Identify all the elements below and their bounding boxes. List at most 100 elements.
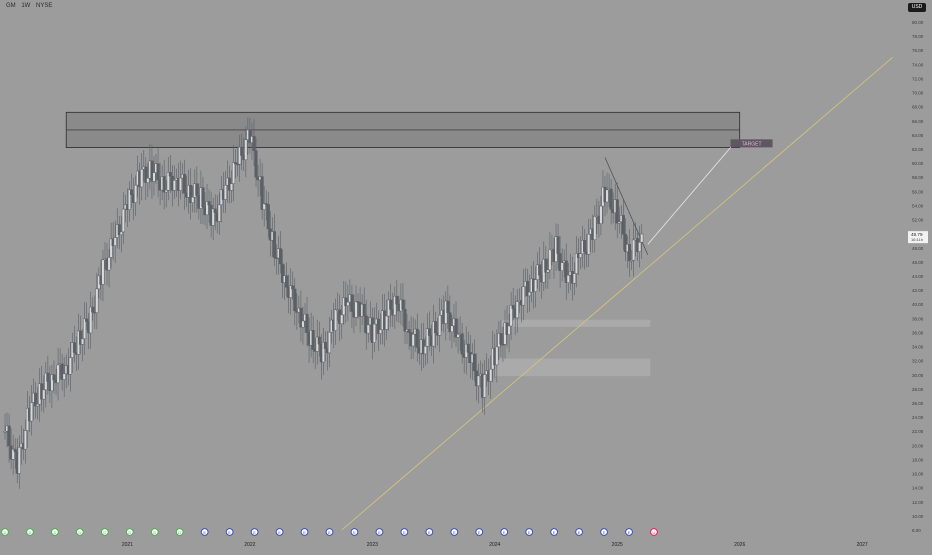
- candle-body: [91, 306, 95, 313]
- candle-body: [68, 357, 72, 375]
- candle-body: [254, 150, 258, 178]
- target-arrow[interactable]: [647, 146, 732, 245]
- candle-body: [29, 402, 34, 422]
- candle-body: [107, 257, 111, 271]
- candle-body: [615, 199, 619, 224]
- candle-body: [366, 324, 370, 334]
- candle-body: [36, 403, 40, 407]
- candle-body: [207, 201, 211, 206]
- candle-body: [229, 183, 234, 191]
- price-axis-label: 12.00: [912, 500, 924, 505]
- price-axis-label: 68.00: [912, 105, 924, 110]
- symbol-interval[interactable]: 1W: [21, 3, 30, 9]
- time-axis-label: 2027: [857, 542, 868, 548]
- candle-body: [172, 179, 176, 191]
- candle-body: [346, 301, 350, 307]
- candle-body: [301, 320, 305, 328]
- candle-body: [489, 368, 493, 382]
- event-marker-label: D: [153, 530, 156, 535]
- price-axis-label: 54.00: [912, 203, 924, 208]
- candle-body: [252, 136, 256, 151]
- candle-body: [415, 328, 419, 348]
- price-axis-label: 42.00: [912, 288, 924, 293]
- candle-body: [240, 146, 244, 156]
- candle-body: [546, 269, 550, 273]
- event-marker-label: E: [253, 530, 256, 535]
- candle-body: [521, 286, 525, 306]
- event-marker-label: D: [78, 530, 81, 535]
- candle-body: [354, 301, 358, 318]
- candle-body: [499, 333, 503, 345]
- candle-body: [72, 342, 76, 353]
- price-axis-label: 62.00: [912, 147, 924, 152]
- event-marker-label: D: [4, 530, 7, 535]
- price-axis-label: 14.00: [912, 486, 924, 491]
- candle-body: [407, 329, 411, 333]
- candle-body: [515, 301, 519, 319]
- candle-body: [401, 299, 405, 310]
- candle-body: [317, 336, 321, 345]
- candle-body: [52, 374, 56, 381]
- candle-body: [460, 333, 464, 355]
- price-axis-label: 32.00: [912, 359, 924, 364]
- event-marker-label: E: [578, 530, 581, 535]
- symbol-ticker[interactable]: GM: [6, 3, 16, 9]
- event-marker-label: E: [203, 530, 206, 535]
- event-marker-label: E: [353, 530, 356, 535]
- currency-button[interactable]: USD: [908, 3, 926, 12]
- event-marker-label: E: [553, 530, 556, 535]
- candle-body: [213, 208, 217, 213]
- candle-body: [495, 346, 499, 366]
- price-axis-label: 64.00: [912, 133, 924, 138]
- candle-body: [483, 374, 487, 398]
- candle-body: [378, 329, 383, 334]
- price-chart[interactable]: TARGET 80.00 78.00 76.00 74.00 72.00 70.00 68.0…: [0, 0, 932, 550]
- candle-body: [13, 448, 17, 452]
- candle-body: [121, 208, 125, 233]
- candle-body: [311, 330, 315, 350]
- candle-body: [327, 331, 332, 354]
- candle-body: [560, 262, 564, 271]
- candle-body: [548, 249, 552, 271]
- target-label: TARGET: [742, 141, 762, 147]
- candle-body: [362, 303, 366, 317]
- candle-body: [450, 325, 454, 333]
- candle-body: [46, 372, 50, 382]
- candle-body: [140, 168, 144, 188]
- candle-body: [632, 239, 636, 261]
- price-axis-label: 36.00: [912, 330, 924, 335]
- price-axis-label: 44.00: [912, 274, 924, 279]
- event-marker-label: D: [128, 530, 131, 535]
- price-axis-label: 34.00: [912, 345, 924, 350]
- price-axis-label: 56.00: [912, 189, 924, 194]
- candle-body: [195, 183, 199, 196]
- candle-body: [556, 236, 560, 254]
- candle-body: [466, 343, 470, 353]
- price-axis-label: 10.00: [912, 514, 924, 519]
- candle-body: [434, 321, 438, 334]
- price-axis-label: 70.00: [912, 91, 924, 96]
- candle-body: [23, 430, 27, 450]
- event-marker-label: E: [403, 530, 406, 535]
- candle-body: [609, 188, 613, 210]
- candle-body: [7, 425, 11, 447]
- event-marker-label: E: [228, 530, 231, 535]
- candle-body: [446, 300, 450, 313]
- candle-body: [572, 273, 576, 284]
- candle-body: [95, 288, 99, 313]
- price-axis-label: 40.00: [912, 302, 924, 307]
- candle-body: [156, 163, 160, 181]
- candle-body: [293, 288, 297, 311]
- price-axis-label: 72.00: [912, 76, 924, 81]
- candle-body: [232, 162, 236, 184]
- candle-body: [638, 242, 642, 252]
- event-marker-label: E: [328, 530, 331, 535]
- price-axis-label: 8.00: [912, 528, 921, 533]
- candle-body: [244, 139, 248, 161]
- time-axis-label: 2023: [367, 542, 378, 548]
- candle-body: [538, 264, 542, 276]
- chart-canvas[interactable]: TARGET 80.00 78.00 76.00 74.00 72.00 70.00 68.0…: [0, 0, 932, 550]
- candle-body: [183, 174, 187, 194]
- price-axis-label: 78.00: [912, 34, 924, 39]
- price-axis-label: 20.00: [912, 443, 924, 448]
